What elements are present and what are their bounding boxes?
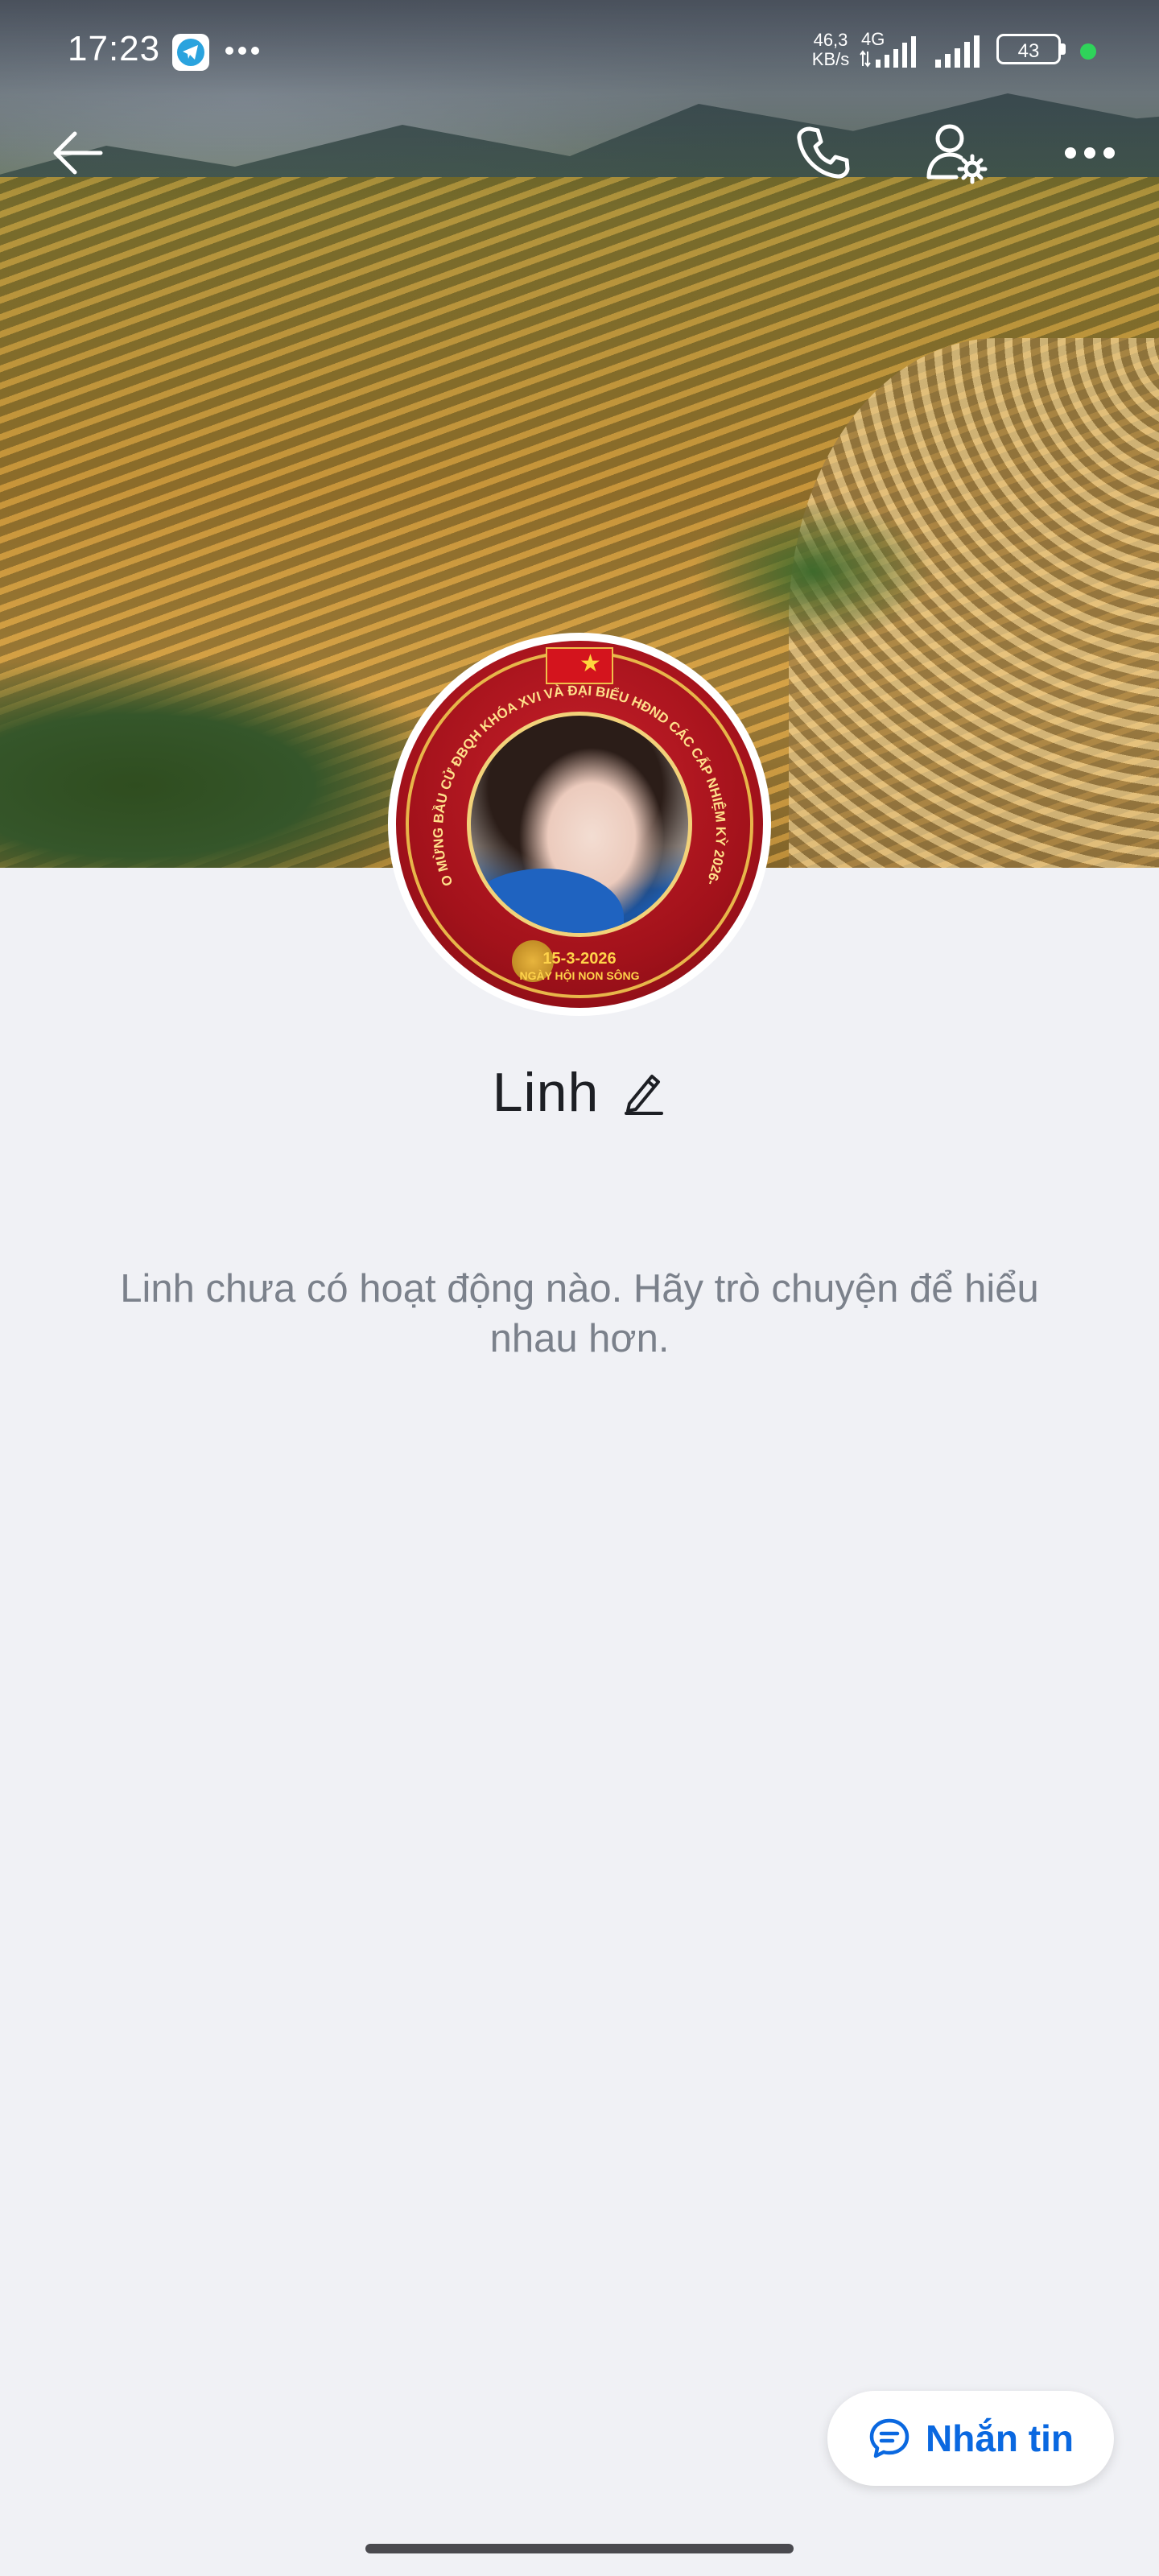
data-arrows-icon [860, 50, 871, 68]
privacy-indicator-dot [1080, 43, 1096, 60]
user-settings-icon [926, 124, 988, 184]
phone-icon [797, 126, 850, 179]
cover-trees [0, 660, 451, 868]
more-options-button[interactable] [1051, 114, 1128, 192]
chat-bubble-icon [869, 2418, 909, 2458]
profile-settings-button[interactable] [918, 114, 995, 192]
battery-cap [1061, 43, 1066, 55]
network-speed-value: 46,3 [813, 30, 848, 50]
cover-field-green [692, 499, 934, 644]
signal-icon [935, 35, 980, 68]
more-horizontal-icon [1065, 147, 1115, 159]
avatar-frame: CHÀO MỪNG BẦU CỬ ĐBQH KHÓA XVI VÀ ĐẠI BI… [396, 641, 763, 1008]
battery-level: 43 [1017, 40, 1040, 62]
telegram-icon [172, 34, 209, 71]
back-button[interactable] [39, 114, 116, 192]
pencil-icon [625, 1075, 664, 1115]
network-speed-unit: KB/s [811, 49, 850, 69]
battery-icon: 43 [996, 34, 1069, 66]
status-time: 17:23 [68, 29, 161, 68]
home-indicator[interactable] [365, 2544, 794, 2553]
profile-name: Linh [492, 1062, 600, 1123]
empty-activity-message: Linh chưa có hoạt động nào. Hãy trò chuy… [120, 1267, 1039, 1360]
profile-name-row: Linh [0, 1061, 1159, 1124]
mobile-data-signal: 4G [860, 31, 924, 69]
avatar-photo-shirt [471, 869, 624, 933]
edit-name-button[interactable] [621, 1070, 666, 1115]
avatar[interactable]: CHÀO MỪNG BẦU CỬ ĐBQH KHÓA XVI VÀ ĐẠI BI… [388, 633, 771, 1016]
send-message-label: Nhắn tin [926, 2417, 1074, 2459]
more-notifications-icon [225, 47, 259, 55]
network-speed: 46,3 KB/s [806, 31, 855, 69]
back-arrow-icon [53, 131, 103, 175]
status-bar: 17:23 46,3 KB/s 4G 43 [0, 0, 1159, 103]
battery-body: 43 [996, 34, 1061, 64]
signal-bars-icon [876, 36, 916, 68]
send-message-button[interactable]: Nhắn tin [827, 2391, 1114, 2486]
avatar-photo [467, 712, 692, 937]
avatar-frame-date: 15-3-2026 [542, 950, 617, 968]
star-icon: ★ [580, 650, 601, 677]
avatar-frame-slogan: NGÀY HỘI NON SÔNG [519, 969, 640, 982]
call-button[interactable] [784, 114, 861, 192]
